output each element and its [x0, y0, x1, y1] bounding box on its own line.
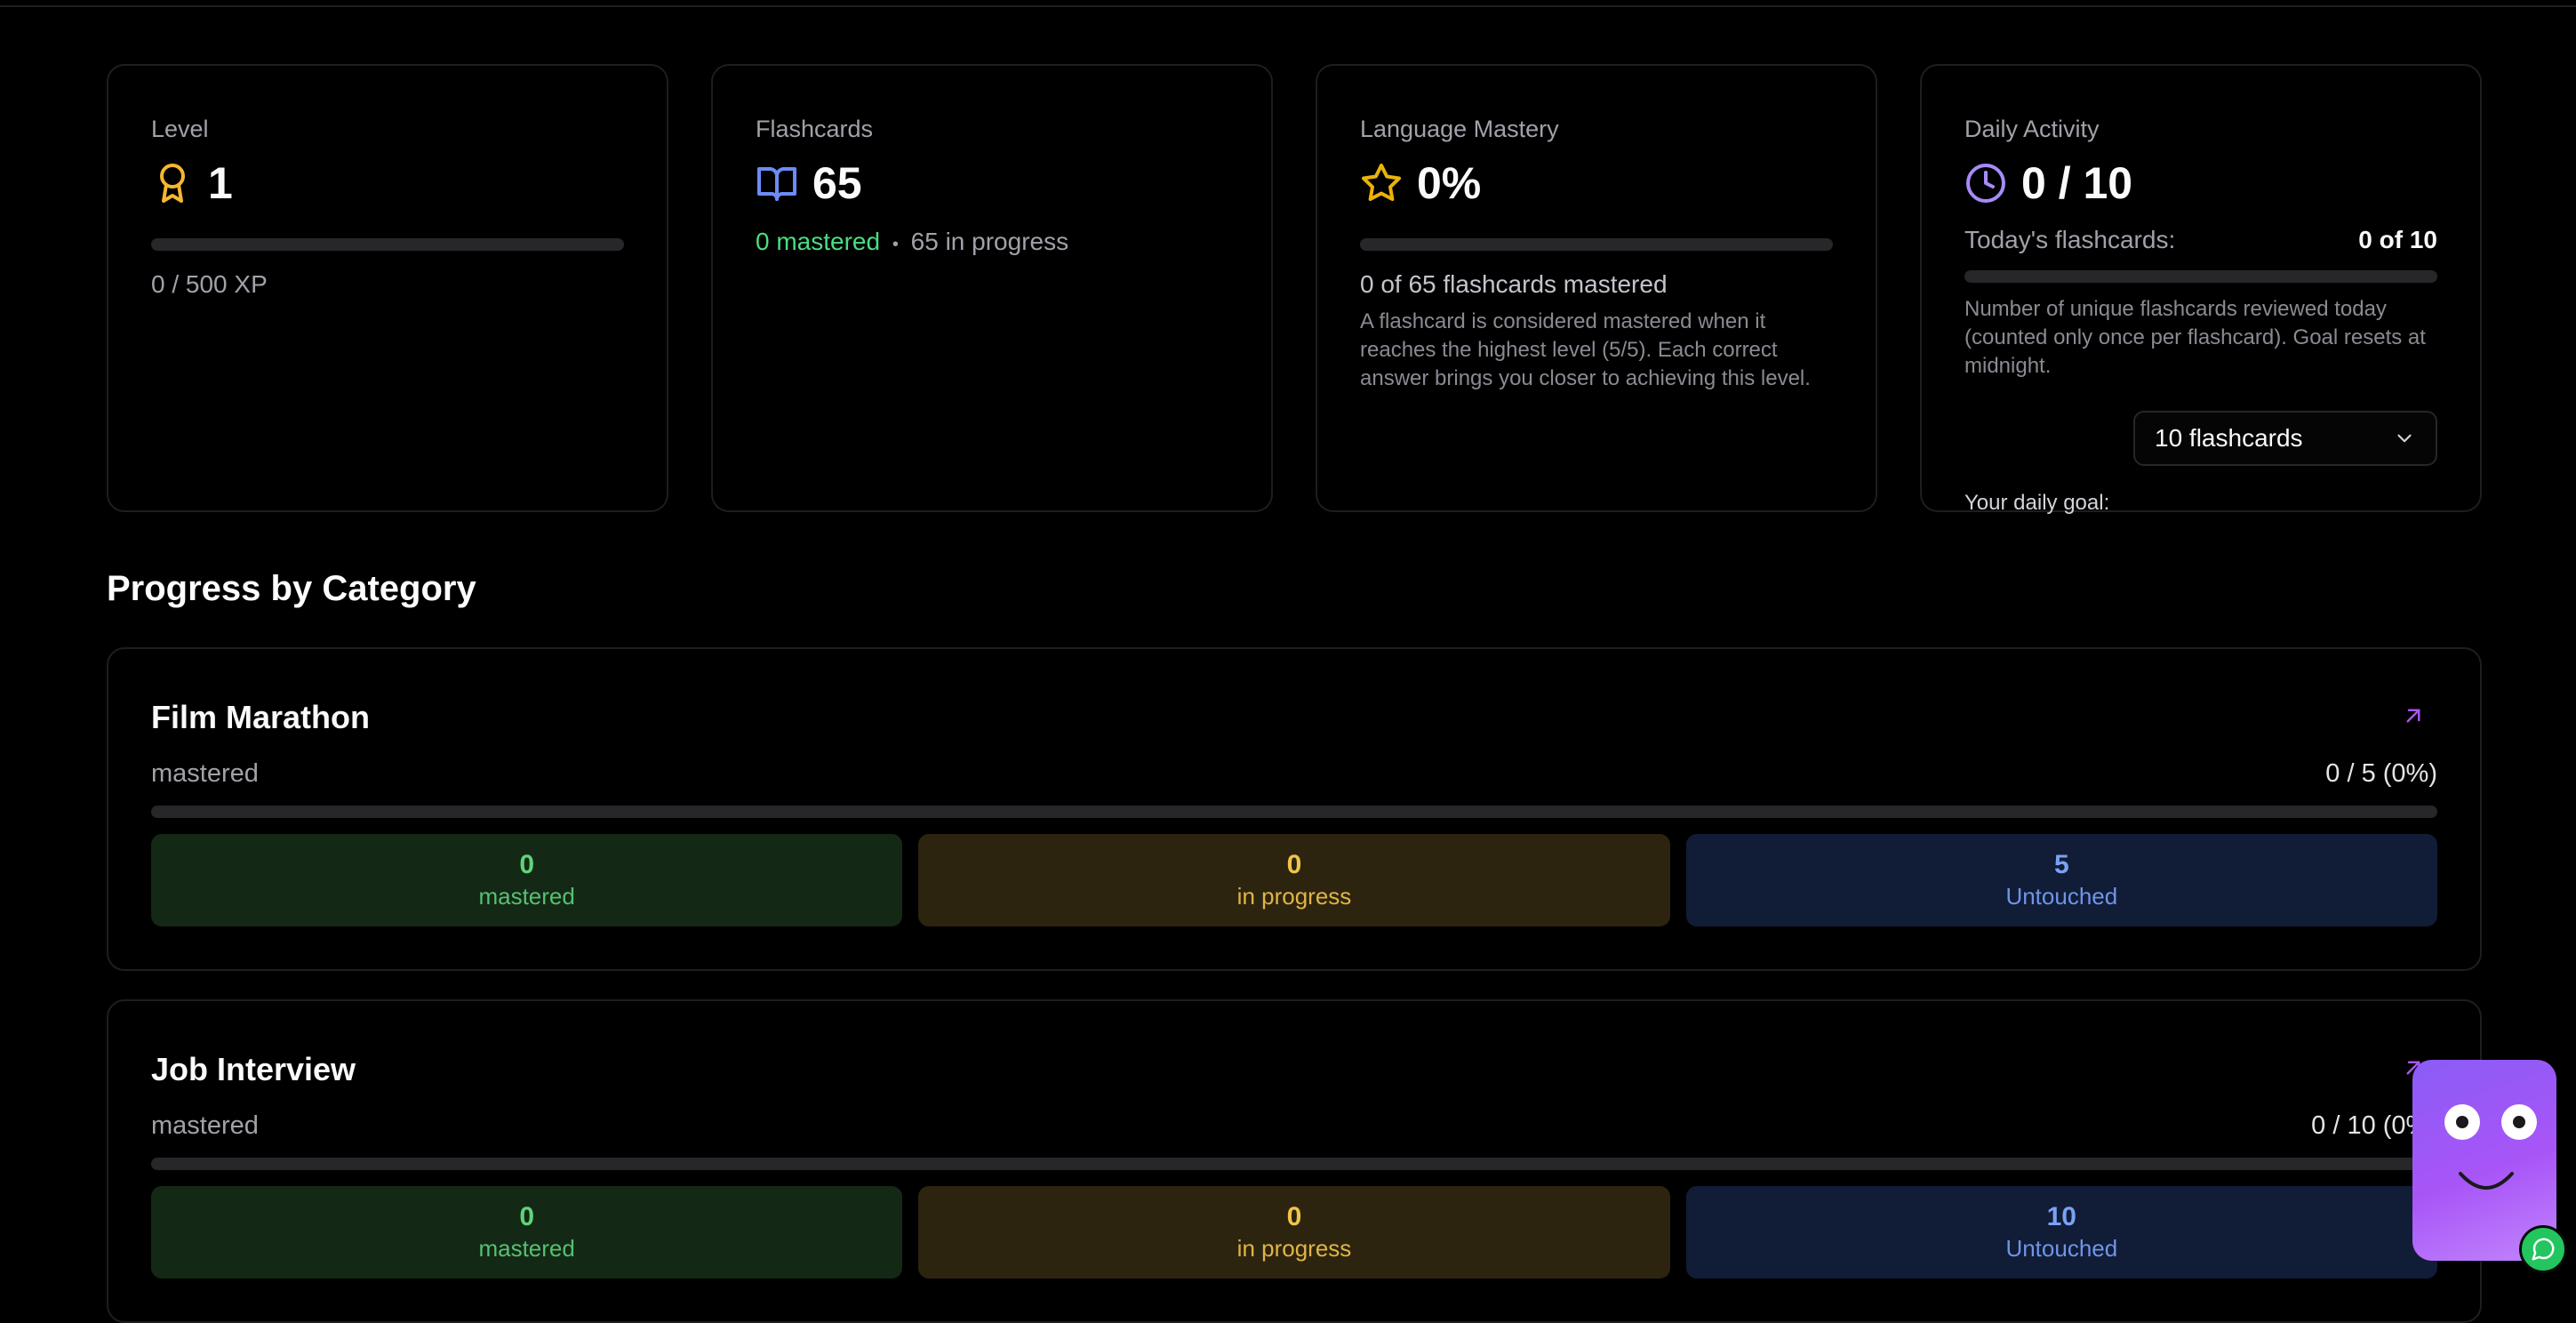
in-progress-tile-label: in progress: [1236, 1235, 1352, 1262]
untouched-number: 10: [2046, 1202, 2076, 1231]
today-label: Today's flashcards:: [1964, 226, 2176, 253]
mascot-right-eye: [2501, 1104, 2537, 1140]
level-progress-bar: [151, 238, 624, 251]
mastered-tile-label: mastered: [478, 883, 575, 910]
daily-progress-bar: [1964, 270, 2437, 283]
mastery-summary: 0 of 65 flashcards mastered: [1360, 270, 1668, 298]
in-progress-count: 65 in progress: [910, 228, 1069, 255]
level-value: 1: [208, 158, 233, 208]
untouched-tile: 5 Untouched: [1685, 834, 2437, 926]
clock-icon: [1966, 164, 2005, 203]
category-sublabel: mastered: [151, 1111, 259, 1140]
in-progress-tile-label: in progress: [1236, 883, 1352, 910]
arrow-up-right-icon[interactable]: [2400, 702, 2427, 729]
in-progress-number: 0: [1286, 1202, 1302, 1231]
untouched-tile-label: Untouched: [2005, 883, 2118, 910]
category-count: 0 / 5 (0%): [2325, 759, 2437, 788]
category-sublabel: mastered: [151, 759, 259, 788]
mascot-smile: [2459, 1172, 2514, 1190]
category-card-film-marathon: Film Marathon mastered 0 / 5 (0%) 0 mast…: [107, 647, 2482, 971]
daily-goal-select[interactable]: 10 flashcards: [2133, 411, 2437, 466]
category-progress-bar: [151, 1158, 2437, 1170]
mastery-description: A flashcard is considered mastered when …: [1360, 309, 1811, 390]
mastery-progress-bar: [1360, 238, 1833, 251]
mastered-count: 0 mastered: [756, 228, 881, 255]
untouched-tile: 10 Untouched: [1685, 1186, 2437, 1279]
xp-text: 0 / 500 XP: [151, 270, 268, 298]
goal-label: Your daily goal:: [1964, 491, 2110, 515]
today-value: 0 of 10: [2358, 226, 2437, 253]
mastered-number: 0: [519, 850, 534, 879]
category-card-job-interview: Job Interview mastered 0 / 10 (0%) 0 mas…: [107, 999, 2482, 1323]
flashcards-card: Flashcards 65 0 mastered • 65 in progres…: [711, 64, 1273, 512]
mastery-label: Language Mastery: [1360, 116, 1559, 142]
category-name: Film Marathon: [151, 699, 371, 735]
separator-dot: •: [892, 235, 899, 254]
in-progress-tile: 0 in progress: [918, 834, 1670, 926]
chevron-down-icon: [2397, 434, 2412, 443]
section-title: Progress by Category: [107, 569, 476, 608]
chat-icon: [2532, 1238, 2555, 1261]
daily-goal-value: 10 flashcards: [2155, 424, 2303, 452]
mastery-value: 0%: [1417, 158, 1482, 208]
untouched-tile-label: Untouched: [2005, 1235, 2118, 1262]
in-progress-tile: 0 in progress: [918, 1186, 1670, 1279]
mastery-card: Language Mastery 0% 0 of 65 flashcards m…: [1316, 64, 1877, 512]
category-progress-bar: [151, 806, 2437, 818]
chat-button[interactable]: [2519, 1225, 2567, 1273]
flashcards-label: Flashcards: [756, 116, 874, 142]
untouched-number: 5: [2053, 850, 2069, 879]
mastered-number: 0: [519, 1202, 534, 1231]
category-name: Job Interview: [151, 1051, 356, 1087]
daily-description: Number of unique flashcards reviewed tod…: [1964, 297, 2426, 378]
star-icon: [1362, 164, 1401, 202]
mascot-left-eye: [2444, 1104, 2480, 1140]
level-card: Level 1 0 / 500 XP: [107, 64, 668, 512]
flashcards-value: 65: [812, 158, 862, 208]
daily-label: Daily Activity: [1964, 116, 2100, 142]
level-label: Level: [151, 116, 209, 142]
header-divider: [0, 5, 2576, 7]
mastered-tile: 0 mastered: [151, 1186, 903, 1279]
in-progress-number: 0: [1286, 850, 1302, 879]
daily-value: 0 / 10: [2021, 158, 2133, 208]
book-open-icon: [757, 167, 796, 201]
mastered-tile: 0 mastered: [151, 834, 903, 926]
award-icon: [160, 164, 185, 203]
mastered-tile-label: mastered: [478, 1235, 575, 1262]
